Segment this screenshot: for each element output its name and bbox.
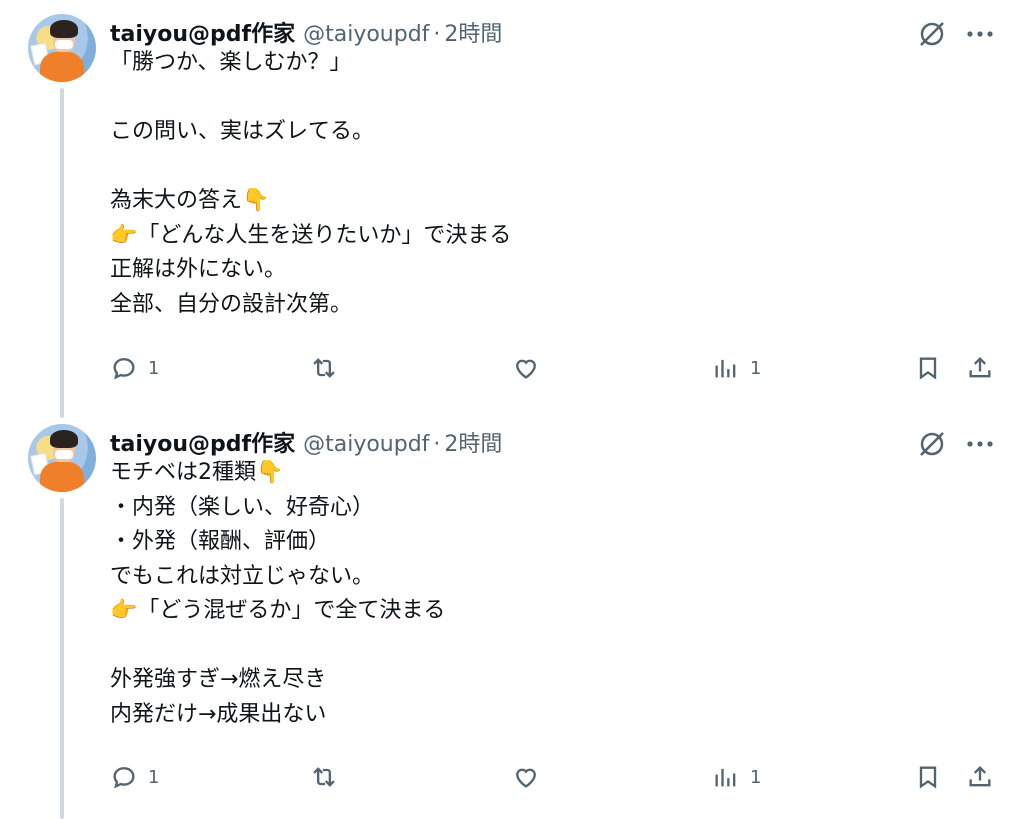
like-button[interactable] [512,354,540,382]
author-name[interactable]: taiyou@pdf作家 [110,426,295,458]
reply-count: 1 [148,357,160,379]
more-button[interactable] [962,426,998,462]
reply-button[interactable]: 1 [110,763,159,791]
like-button[interactable] [512,763,540,791]
tweet-actions: 1 1 [0,350,1024,390]
views-button[interactable]: 1 [712,354,761,382]
retweet-button[interactable] [310,354,338,382]
reply-icon [113,358,135,380]
more-icon [967,441,993,447]
share-icon [969,766,991,787]
more-icon [967,31,993,37]
grok-icon [920,432,944,456]
avatar[interactable] [28,424,96,492]
tweet-actions: 1 1 [0,759,1024,799]
heart-icon [516,768,536,788]
more-button[interactable] [962,16,998,52]
separator: · [433,22,441,47]
views-count: 1 [750,766,762,788]
timestamp[interactable]: 2時間 [444,426,502,458]
share-button[interactable] [966,354,994,382]
grok-icon [920,22,944,46]
bookmark-icon [919,357,937,380]
views-count: 1 [750,357,762,379]
tweet-text: 「勝つか、楽しむか？」 この問い、実はズレてる。 為末大の答え👇 👉「どんな人生… [110,50,512,317]
retweet-icon [313,767,335,787]
views-icon [715,768,736,787]
share-button[interactable] [966,763,994,791]
grok-button[interactable] [914,16,950,52]
timestamp[interactable]: 2時間 [444,16,502,48]
bookmark-icon [919,766,937,789]
reply-icon [113,767,135,789]
views-button[interactable]: 1 [712,763,761,791]
author-name[interactable]: taiyou@pdf作家 [110,16,295,48]
author-handle[interactable]: @taiyoupdf [303,22,429,47]
grok-button[interactable] [914,426,950,462]
retweet-button[interactable] [310,763,338,791]
reply-button[interactable]: 1 [110,354,159,382]
avatar[interactable] [28,14,96,82]
tweet[interactable]: taiyou@pdf作家 @taiyoupdf · 2時間 「勝つか、楽しむか？… [0,0,1024,410]
thread: taiyou@pdf作家 @taiyoupdf · 2時間 「勝つか、楽しむか？… [0,0,1024,819]
bookmark-button[interactable] [914,354,942,382]
tweet[interactable]: taiyou@pdf作家 @taiyoupdf · 2時間 モチベは2種類👇 ・… [0,410,1024,819]
retweet-icon [313,358,335,378]
tweet-text: モチベは2種類👇 ・内発（楽しい、好奇心） ・外発（報酬、評価） でもこれは対立… [110,460,446,727]
reply-count: 1 [148,766,160,788]
tweet-header: taiyou@pdf作家 @taiyoupdf · 2時間 [110,426,502,458]
views-icon [715,359,736,378]
separator: · [433,432,441,457]
share-icon [969,357,991,378]
author-handle[interactable]: @taiyoupdf [303,432,429,457]
heart-icon [516,359,536,379]
bookmark-button[interactable] [914,763,942,791]
tweet-header: taiyou@pdf作家 @taiyoupdf · 2時間 [110,16,502,48]
